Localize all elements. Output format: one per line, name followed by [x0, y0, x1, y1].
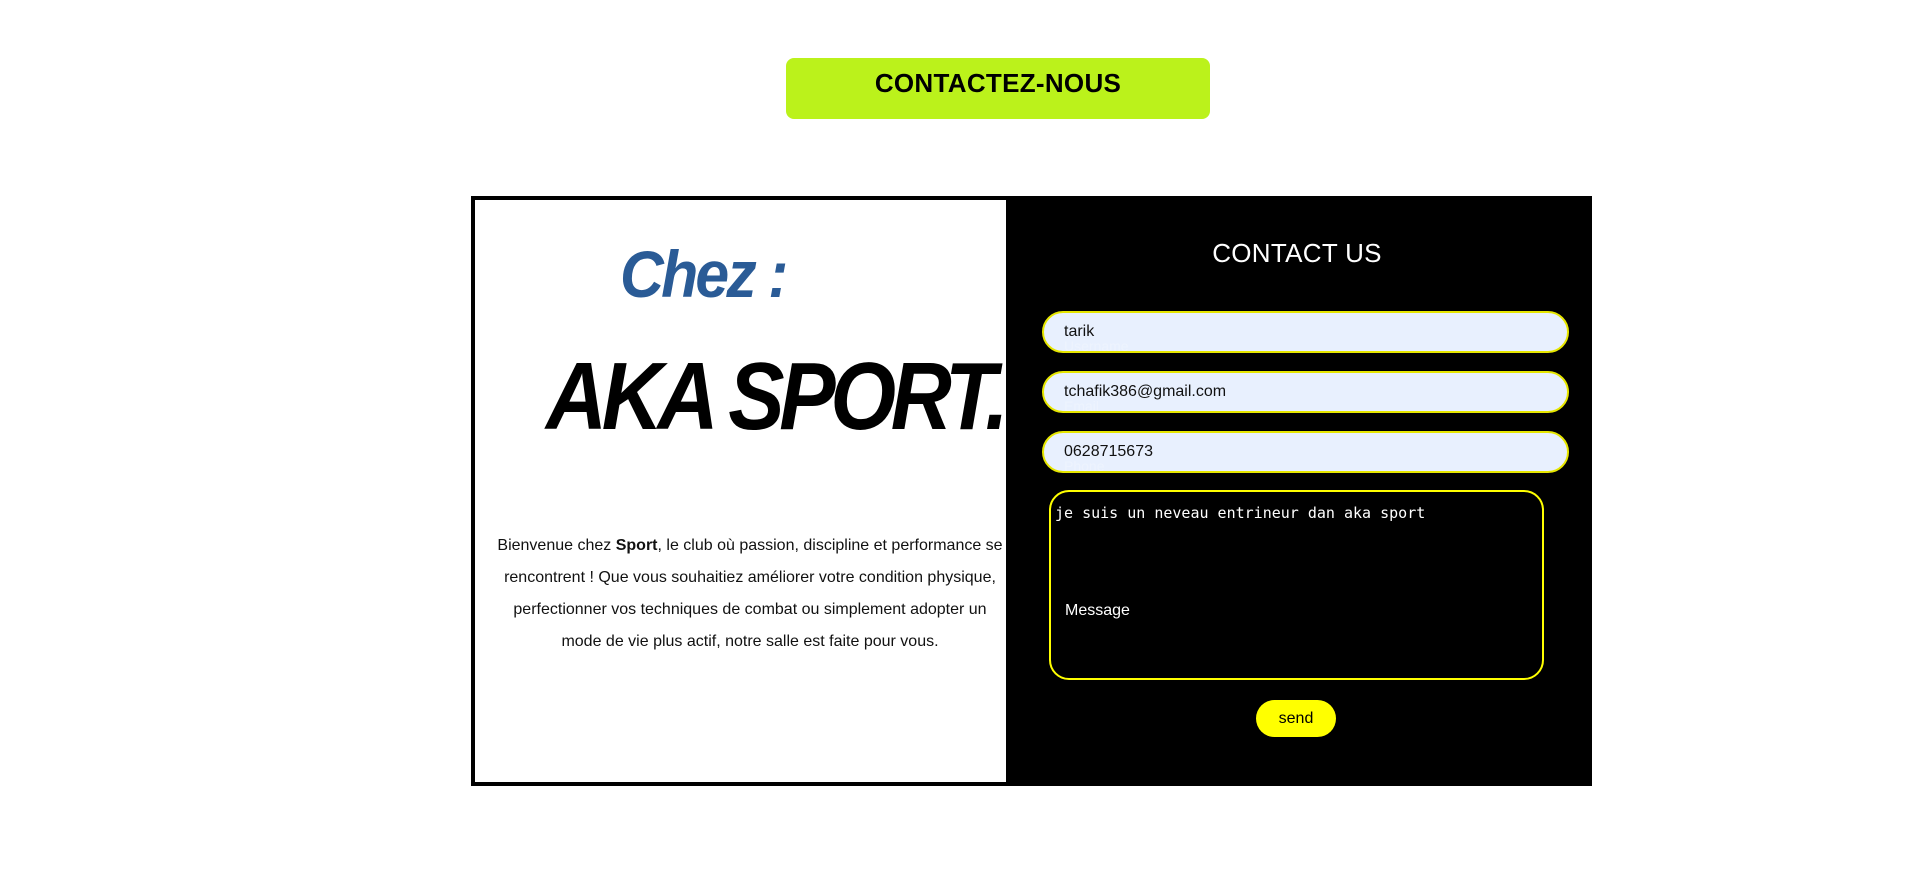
contact-title: CONTACT US [1212, 238, 1382, 268]
intro-paragraph: Bienvenue chez Sport, le club où passion… [495, 530, 1005, 658]
contact-card: Chez : AKA SPORT. Bienvenue chez Sport, … [471, 196, 1592, 786]
intro-text-start: Bienvenue chez [497, 537, 616, 554]
email-field[interactable] [1042, 371, 1569, 413]
brand-logo-text: AKA SPORT. [546, 343, 1009, 450]
message-label: Message [1065, 602, 1130, 619]
username-field[interactable] [1042, 311, 1569, 353]
contact-form-panel: CONTACT US Username Email Phone je suis … [1006, 200, 1588, 782]
phone-field[interactable] [1042, 431, 1569, 473]
message-box: je suis un neveau entrineur dan aka spor… [1049, 490, 1544, 680]
intro-text-bold: Sport [615, 537, 658, 554]
club-info-panel: Chez : AKA SPORT. Bienvenue chez Sport, … [475, 200, 1009, 782]
contactez-nous-button[interactable]: CONTACTEZ-NOUS [786, 58, 1210, 119]
chez-heading: Chez : [620, 237, 788, 311]
message-textarea[interactable]: je suis un neveau entrineur dan aka spor… [1055, 504, 1535, 584]
send-button[interactable]: send [1256, 700, 1336, 737]
